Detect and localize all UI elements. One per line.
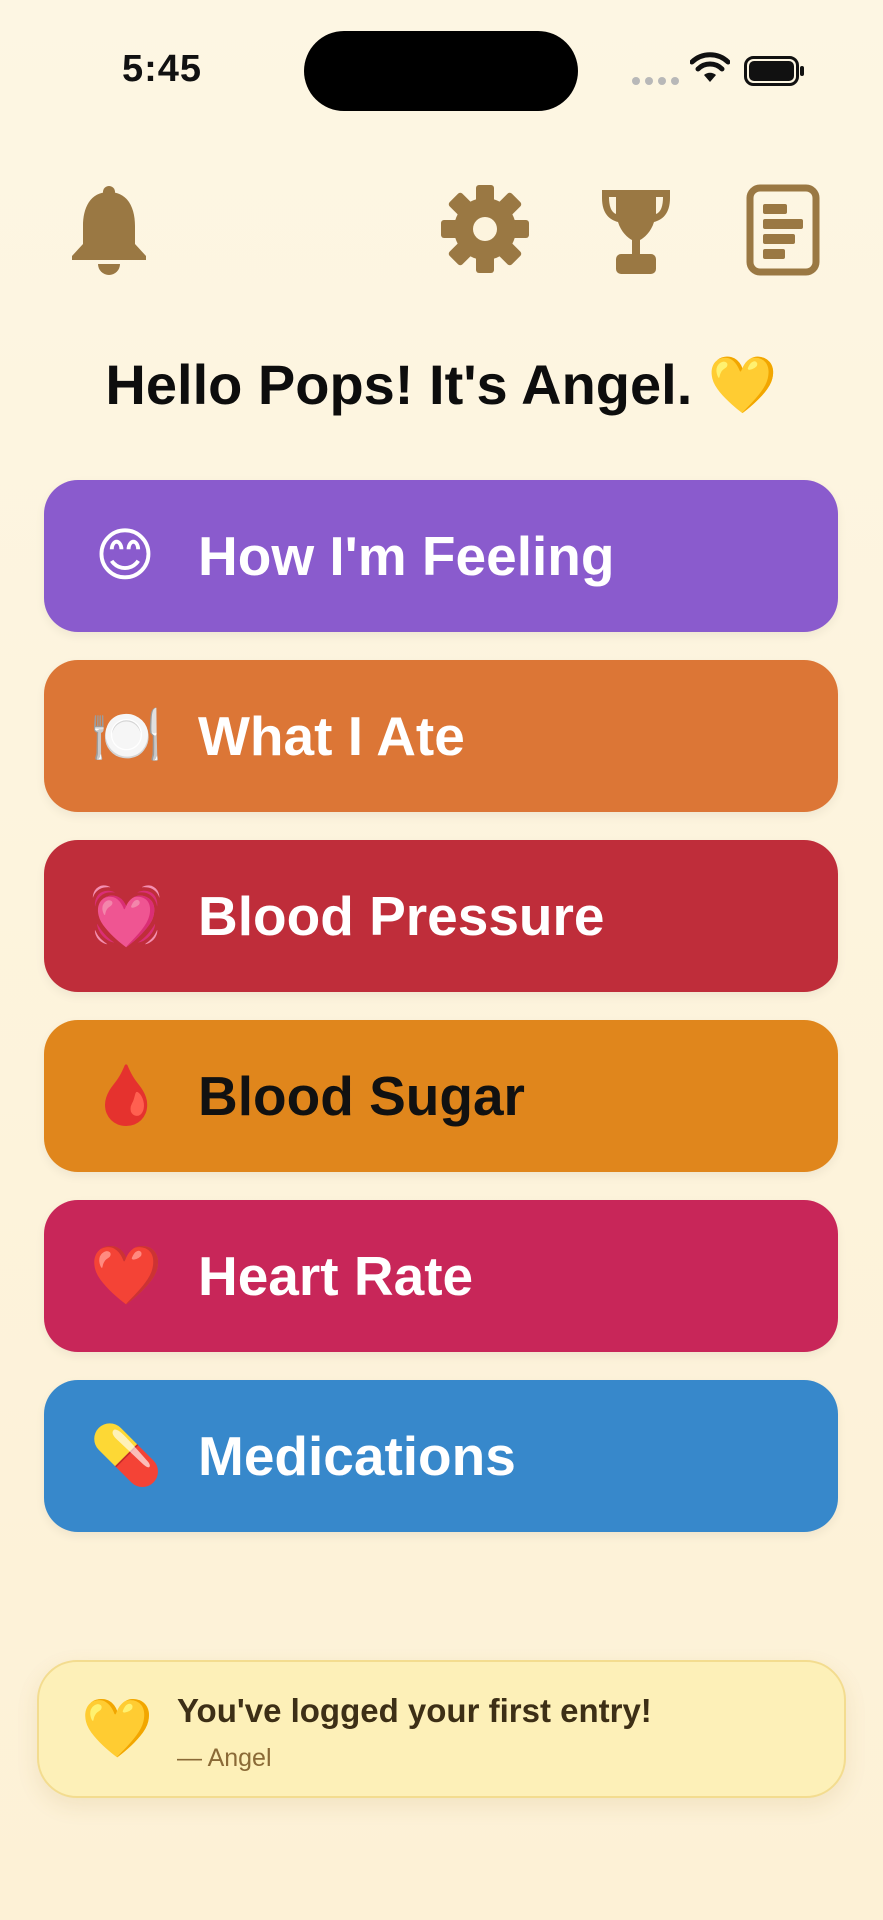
feeling-button[interactable]: 😊 How I'm Feeling: [44, 480, 838, 632]
heart-rate-button[interactable]: ❤️ Heart Rate: [44, 1200, 838, 1352]
beating-heart-icon: 💓: [90, 883, 163, 948]
report-icon[interactable]: [746, 184, 820, 276]
status-bar: 5:45: [0, 0, 883, 130]
blood-sugar-label: Blood Sugar: [198, 1065, 525, 1127]
heart-rate-label: Heart Rate: [198, 1245, 474, 1307]
medications-label: Medications: [198, 1425, 516, 1487]
food-button[interactable]: 🍽️ What I Ate: [44, 660, 838, 812]
feeling-label: How I'm Feeling: [198, 525, 615, 587]
blood-pressure-button[interactable]: 💓 Blood Pressure: [44, 840, 838, 992]
greeting-heading: Hello Pops! It's Angel. 💛: [105, 353, 778, 416]
status-time: 5:45: [122, 48, 203, 90]
cellular-signal-icon: [632, 77, 679, 85]
blood-pressure-label: Blood Pressure: [198, 885, 605, 947]
gear-icon[interactable]: [440, 184, 530, 274]
wifi-icon: [690, 52, 730, 82]
heart-icon: ❤️: [90, 1243, 163, 1308]
medications-button[interactable]: 💊 Medications: [44, 1380, 838, 1532]
achievement-toast[interactable]: 💛 You've logged your first entry! — Ange…: [37, 1660, 846, 1798]
bell-icon[interactable]: [68, 184, 150, 276]
plate-icon: 🍽️: [90, 703, 163, 768]
pill-icon: 💊: [90, 1423, 163, 1488]
toast-signature: — Angel: [177, 1744, 272, 1772]
toast-message: You've logged your first entry!: [177, 1692, 652, 1729]
smile-icon: 😊: [94, 523, 156, 588]
dynamic-island: [304, 31, 578, 111]
yellow-heart-icon: 💛: [81, 1696, 154, 1761]
tracker-menu: 😊 How I'm Feeling 🍽️ What I Ate 💓 Blood …: [44, 480, 838, 1560]
trophy-icon[interactable]: [594, 184, 678, 278]
blood-sugar-button[interactable]: 🩸 Blood Sugar: [44, 1020, 838, 1172]
battery-icon: [744, 56, 804, 86]
food-label: What I Ate: [198, 705, 465, 767]
blood-drop-icon: 🩸: [90, 1063, 163, 1128]
